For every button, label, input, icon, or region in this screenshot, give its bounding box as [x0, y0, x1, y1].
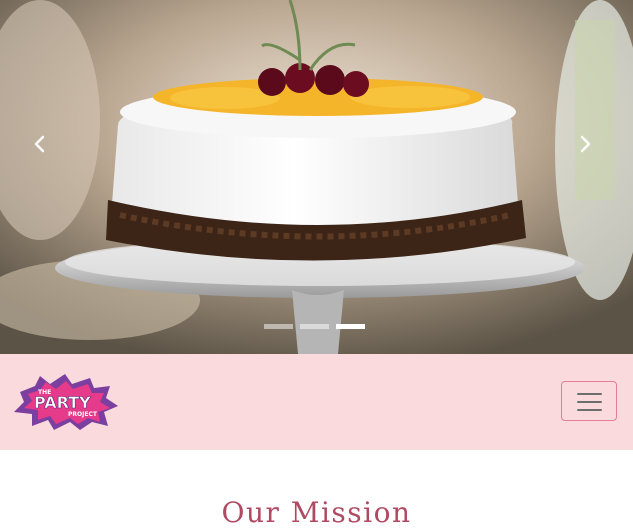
carousel-prev-label: Previous: [0, 0, 1, 1]
carousel-indicators: [264, 324, 365, 329]
carousel-indicator-2[interactable]: [300, 324, 329, 329]
svg-text:PARTY: PARTY: [34, 393, 91, 412]
carousel-indicator-3[interactable]: [336, 324, 365, 329]
svg-text:PROJECT: PROJECT: [68, 411, 98, 418]
navbar-toggler-button[interactable]: [561, 381, 617, 421]
hero-carousel: Previous Next: [0, 0, 633, 354]
chevron-right-icon: [580, 135, 591, 153]
chevron-left-icon: [34, 135, 45, 153]
party-project-logo[interactable]: THE PARTY PROJECT: [10, 372, 120, 432]
carousel-indicator-1[interactable]: [264, 324, 293, 329]
carousel-next-button[interactable]: Next: [553, 0, 633, 354]
cake-slide-image: [0, 0, 633, 354]
carousel-next-label: Next: [553, 0, 554, 1]
carousel-prev-button[interactable]: Previous: [0, 0, 80, 354]
mission-heading: Our Mission: [221, 496, 412, 529]
